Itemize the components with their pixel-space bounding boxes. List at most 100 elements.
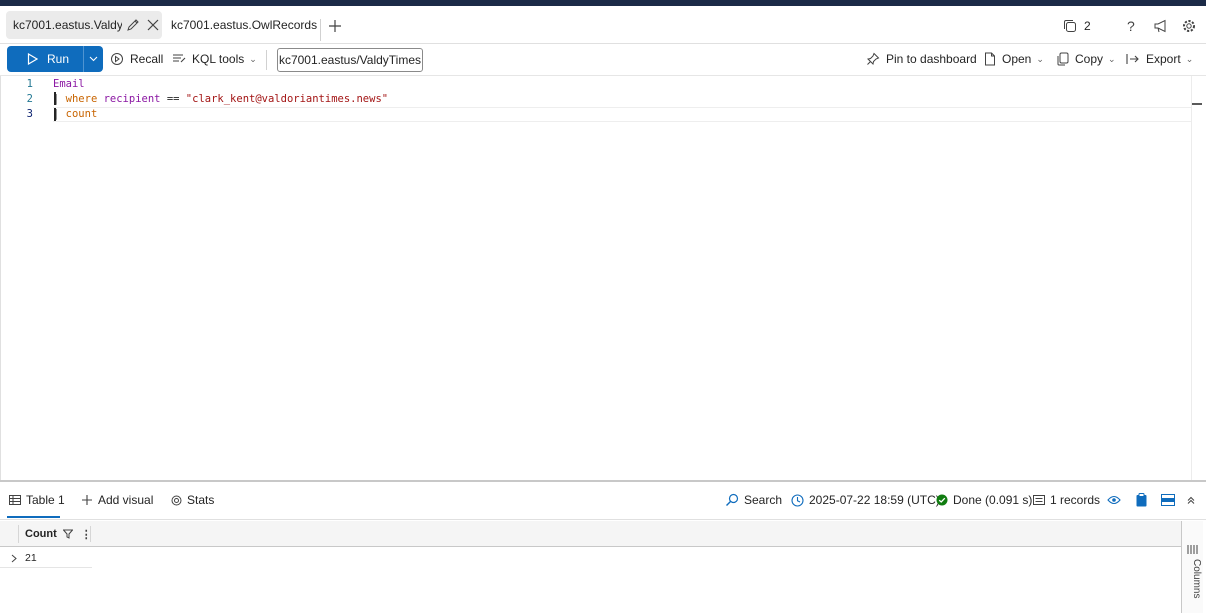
- pipe-guide: [54, 92, 56, 105]
- recall-label: Recall: [130, 52, 164, 66]
- feedback-megaphone-icon[interactable]: [1153, 16, 1169, 36]
- copy-icon: [1057, 52, 1069, 66]
- scrollbar-marker: [1192, 103, 1202, 105]
- pin-to-dashboard-button[interactable]: Pin to dashboard: [866, 50, 977, 68]
- run-button[interactable]: Run: [7, 46, 83, 72]
- run-options-chevron-icon[interactable]: [84, 46, 103, 72]
- kql-tools-icon: [173, 54, 186, 63]
- code-token: recipient: [103, 93, 161, 105]
- query-timestamp: 2025-07-22 18:59 (UTC): [791, 491, 940, 509]
- document-icon: [985, 52, 995, 66]
- export-menu[interactable]: Export ⌄: [1126, 50, 1193, 68]
- code-token: where: [65, 93, 98, 105]
- query-tab[interactable]: kc7001.eastus.OwlRecords: [171, 11, 317, 39]
- code-line[interactable]: 1 Email: [1, 77, 1191, 92]
- run-label: Run: [47, 52, 70, 66]
- line-number: 3: [26, 108, 33, 120]
- query-tab-active[interactable]: kc7001.eastus.Valdy...: [6, 11, 162, 39]
- records-count: 1 records: [1033, 491, 1100, 509]
- settings-gear-icon[interactable]: [1182, 16, 1196, 36]
- search-icon: [726, 493, 739, 506]
- table-icon: [9, 495, 21, 505]
- chevron-down-icon: ⌄: [1108, 53, 1116, 64]
- collapse-chevron-up-icon[interactable]: [1187, 491, 1200, 509]
- columns-icon: [1187, 545, 1198, 554]
- table-tab-label: Table 1: [26, 493, 65, 507]
- copy-label: Copy: [1075, 52, 1104, 66]
- export-label: Export: [1146, 52, 1181, 66]
- line-number: 2: [26, 93, 33, 105]
- view-eye-icon[interactable]: [1107, 491, 1126, 509]
- copies-indicator[interactable]: 2: [1063, 16, 1091, 36]
- chevron-down-icon: ⌄: [1036, 53, 1044, 64]
- results-toolbar: Table 1 Add visual Stats Search 2025-07-…: [0, 482, 1206, 520]
- code-text: Email: [53, 77, 85, 92]
- close-tab-icon[interactable]: [144, 16, 162, 34]
- column-title: Count: [25, 528, 57, 540]
- code-line[interactable]: 2 | where recipient == "clark_kent@valdor…: [1, 92, 1191, 107]
- copy-menu[interactable]: Copy ⌄: [1057, 50, 1116, 68]
- add-visual-label: Add visual: [98, 493, 154, 507]
- columns-side-panel[interactable]: Columns: [1181, 521, 1203, 613]
- clock-icon: [791, 493, 804, 507]
- tab-table-1[interactable]: Table 1: [9, 491, 65, 509]
- search-button[interactable]: Search: [725, 491, 782, 509]
- chevron-down-icon: ⌄: [249, 53, 257, 64]
- query-toolbar: Run Recall KQL tools ⌄ kc7001.eastus/Val…: [0, 44, 1206, 76]
- filter-funnel-icon[interactable]: [62, 529, 73, 539]
- timestamp-text: 2025-07-22 18:59 (UTC): [809, 493, 940, 507]
- query-status: Done (0.091 s): [936, 491, 1032, 509]
- play-icon: [27, 53, 38, 65]
- kql-tools-label: KQL tools: [192, 52, 245, 66]
- expand-row-chevron-icon[interactable]: [9, 552, 19, 564]
- code-token: ==: [160, 93, 186, 105]
- search-label: Search: [744, 493, 783, 507]
- pin-label: Pin to dashboard: [886, 52, 977, 66]
- open-menu[interactable]: Open ⌄: [984, 50, 1044, 68]
- results-grid-header: Count ⋮: [0, 521, 1181, 547]
- code-text: | where recipient == "clark_kent@valdori…: [53, 92, 388, 107]
- table-row[interactable]: 21: [0, 548, 92, 568]
- column-header-count[interactable]: Count ⋮: [18, 525, 92, 543]
- stats-label: Stats: [187, 493, 215, 507]
- code-text: | count: [53, 107, 97, 122]
- columns-label: Columns: [1191, 559, 1202, 599]
- add-visual-button[interactable]: Add visual: [81, 491, 153, 509]
- tab-separator: [320, 19, 321, 41]
- success-check-icon: [936, 494, 948, 506]
- records-icon: [1033, 495, 1045, 505]
- tab-label: kc7001.eastus.OwlRecords: [171, 18, 318, 32]
- tab-label: kc7001.eastus.Valdy...: [13, 18, 123, 32]
- records-text: 1 records: [1050, 493, 1101, 507]
- query-editor[interactable]: 1 Email 2 | where recipient == "clark_kent@…: [0, 76, 1206, 480]
- plus-icon: [82, 495, 92, 505]
- editor-scrollbar[interactable]: [1191, 76, 1203, 480]
- line-number: 1: [26, 78, 33, 90]
- table-cell[interactable]: 21: [25, 552, 37, 564]
- help-icon[interactable]: ?: [1127, 16, 1135, 36]
- code-token: "clark_kent@valdoriantimes.news": [185, 93, 389, 105]
- pin-icon: [866, 52, 880, 66]
- export-icon: [1126, 54, 1139, 64]
- chevron-down-icon: ⌄: [1185, 53, 1194, 64]
- code-token: count: [65, 108, 98, 120]
- clipboard-icon[interactable]: [1136, 491, 1152, 509]
- layout-split-icon[interactable]: [1161, 491, 1180, 509]
- edit-pencil-icon[interactable]: [124, 16, 142, 34]
- stats-icon: [171, 495, 182, 505]
- tab-stats[interactable]: Stats: [171, 491, 214, 509]
- code-token: Email: [53, 78, 85, 90]
- status-text: Done (0.091 s): [953, 493, 1033, 507]
- kql-tools-menu[interactable]: KQL tools ⌄: [172, 50, 257, 68]
- copies-icon: [1064, 20, 1076, 32]
- text-cursor: [54, 108, 56, 121]
- code-line[interactable]: 3 | count: [1, 107, 1191, 122]
- run-split-button: Run: [7, 46, 103, 72]
- recall-button[interactable]: Recall: [110, 50, 163, 68]
- database-selector[interactable]: kc7001.eastus/ValdyTimes: [277, 48, 423, 72]
- new-tab-plus-icon[interactable]: [326, 17, 344, 35]
- toolbar-separator: [266, 50, 267, 70]
- recall-icon: [111, 53, 123, 65]
- open-label: Open: [1002, 52, 1032, 66]
- active-tab-indicator: [7, 516, 60, 518]
